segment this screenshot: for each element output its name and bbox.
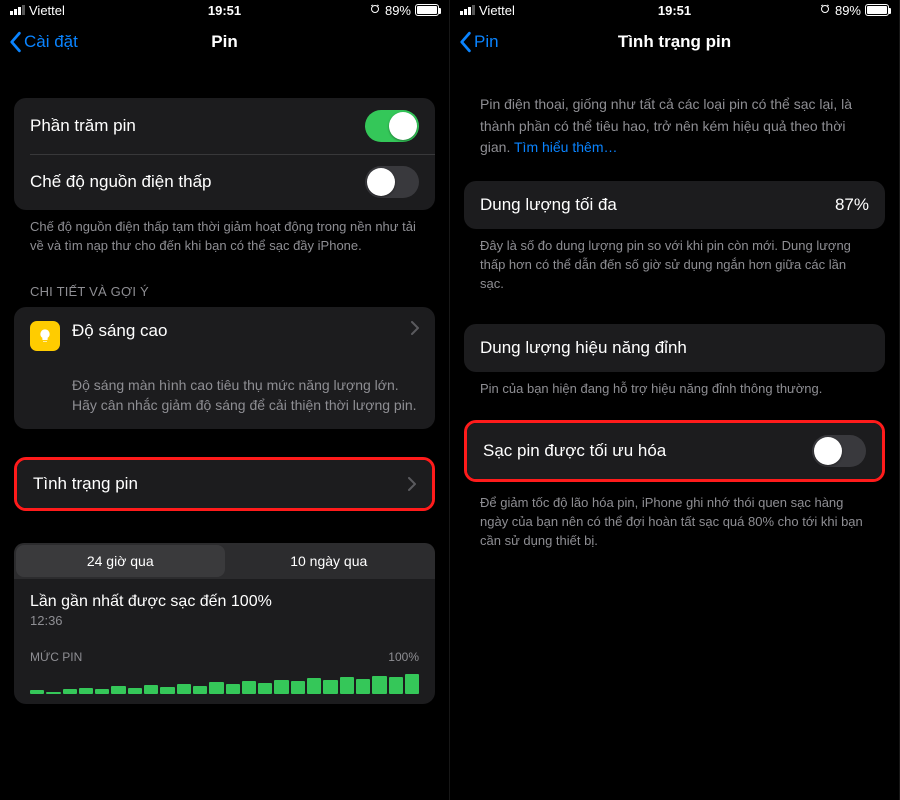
status-bar: Viettel 19:51 89% — [450, 0, 899, 20]
alarm-icon — [369, 3, 381, 18]
alarm-icon — [819, 3, 831, 18]
battery-percentage-label: Phần trăm pin — [30, 116, 365, 136]
hundred-pct-label: 100% — [388, 650, 419, 664]
battery-icon — [865, 4, 889, 16]
group-battery-usage: 24 giờ qua 10 ngày qua Lần gần nhất được… — [14, 543, 435, 704]
optimized-footer: Để giảm tốc độ lão hóa pin, iPhone ghi n… — [464, 482, 885, 551]
chevron-left-icon — [8, 31, 22, 53]
status-bar: Viettel 19:51 89% — [0, 0, 449, 20]
nav-bar: Pin Tình trạng pin — [450, 20, 899, 64]
segmented-control-timerange[interactable]: 24 giờ qua 10 ngày qua — [14, 543, 435, 579]
max-capacity-label: Dung lượng tối đa — [480, 195, 835, 215]
group-max-capacity: Dung lượng tối đa 87% — [464, 181, 885, 229]
group-insights: Độ sáng cao Độ sáng màn hình cao tiêu th… — [14, 307, 435, 430]
group-optimized-charging: Sạc pin được tối ưu hóa — [467, 423, 882, 479]
back-button[interactable]: Pin — [458, 31, 499, 53]
back-button[interactable]: Cài đặt — [8, 31, 78, 53]
nav-bar: Cài đặt Pin — [0, 20, 449, 64]
group-battery-toggles: Phần trăm pin Chế độ nguồn điện thấp — [14, 98, 435, 210]
row-optimized-charging[interactable]: Sạc pin được tối ưu hóa — [467, 423, 882, 479]
optimized-label: Sạc pin được tối ưu hóa — [483, 441, 812, 461]
back-label: Pin — [474, 32, 499, 52]
low-power-label: Chế độ nguồn điện thấp — [30, 172, 365, 192]
toggle-battery-percentage[interactable] — [365, 110, 419, 142]
page-title: Tình trạng pin — [450, 32, 899, 52]
toggle-low-power-mode[interactable] — [365, 166, 419, 198]
battery-level-chart — [14, 664, 435, 694]
carrier-label: Viettel — [29, 3, 65, 18]
highlight-optimized-charging: Sạc pin được tối ưu hóa — [464, 420, 885, 482]
signal-icon — [10, 5, 25, 15]
screen-battery-settings: Viettel 19:51 89% Cài đặt Pin Phần trăm … — [0, 0, 450, 800]
group-battery-health: Tình trạng pin — [17, 460, 432, 508]
peak-perf-footer: Pin của bạn hiện đang hỗ trợ hiệu năng đ… — [464, 372, 885, 399]
carrier-label: Viettel — [479, 3, 515, 18]
row-brightness-suggestion[interactable]: Độ sáng cao — [14, 307, 435, 365]
content-scroller[interactable]: Phần trăm pin Chế độ nguồn điện thấp Chế… — [0, 64, 449, 800]
max-capacity-footer: Đây là số đo dung lượng pin so với khi p… — [464, 229, 885, 294]
row-low-power-mode[interactable]: Chế độ nguồn điện thấp — [14, 154, 435, 210]
segment-24h[interactable]: 24 giờ qua — [16, 545, 225, 577]
peak-perf-label: Dung lượng hiệu năng đỉnh — [480, 338, 869, 358]
signal-icon — [460, 5, 475, 15]
back-label: Cài đặt — [24, 32, 78, 52]
battery-icon — [415, 4, 439, 16]
low-power-footer: Chế độ nguồn điện thấp tạm thời giảm hoạ… — [14, 210, 435, 256]
brightness-title: Độ sáng cao — [72, 321, 405, 341]
brightness-desc: Độ sáng màn hình cao tiêu thụ mức năng l… — [14, 365, 435, 430]
screen-battery-health: Viettel 19:51 89% Pin Tình trạng pin Pin… — [450, 0, 900, 800]
last-charged-label: Lần gần nhất được sạc đến 100% — [14, 579, 435, 613]
insights-header: CHI TIẾT VÀ GỢI Ý — [14, 256, 435, 307]
battery-level-header: MỨC PIN — [30, 650, 82, 664]
max-capacity-value: 87% — [835, 195, 869, 215]
segment-10d[interactable]: 10 ngày qua — [225, 545, 434, 577]
battery-health-label: Tình trạng pin — [33, 474, 402, 494]
row-battery-health[interactable]: Tình trạng pin — [17, 460, 432, 508]
row-peak-performance: Dung lượng hiệu năng đỉnh — [464, 324, 885, 372]
toggle-optimized-charging[interactable] — [812, 435, 866, 467]
last-charged-time: 12:36 — [14, 613, 435, 628]
bulb-icon — [30, 321, 60, 351]
battery-pct-label: 89% — [835, 3, 861, 18]
row-battery-percentage[interactable]: Phần trăm pin — [14, 98, 435, 154]
chevron-right-icon — [408, 477, 416, 491]
chevron-right-icon — [411, 321, 419, 335]
group-peak-performance: Dung lượng hiệu năng đỉnh — [464, 324, 885, 372]
battery-pct-label: 89% — [385, 3, 411, 18]
intro-description: Pin điện thoại, giống như tất cả các loạ… — [464, 64, 885, 163]
chevron-left-icon — [458, 31, 472, 53]
learn-more-link[interactable]: Tìm hiểu thêm… — [514, 139, 617, 155]
content-scroller[interactable]: Pin điện thoại, giống như tất cả các loạ… — [450, 64, 899, 800]
row-max-capacity: Dung lượng tối đa 87% — [464, 181, 885, 229]
highlight-battery-health: Tình trạng pin — [14, 457, 435, 511]
